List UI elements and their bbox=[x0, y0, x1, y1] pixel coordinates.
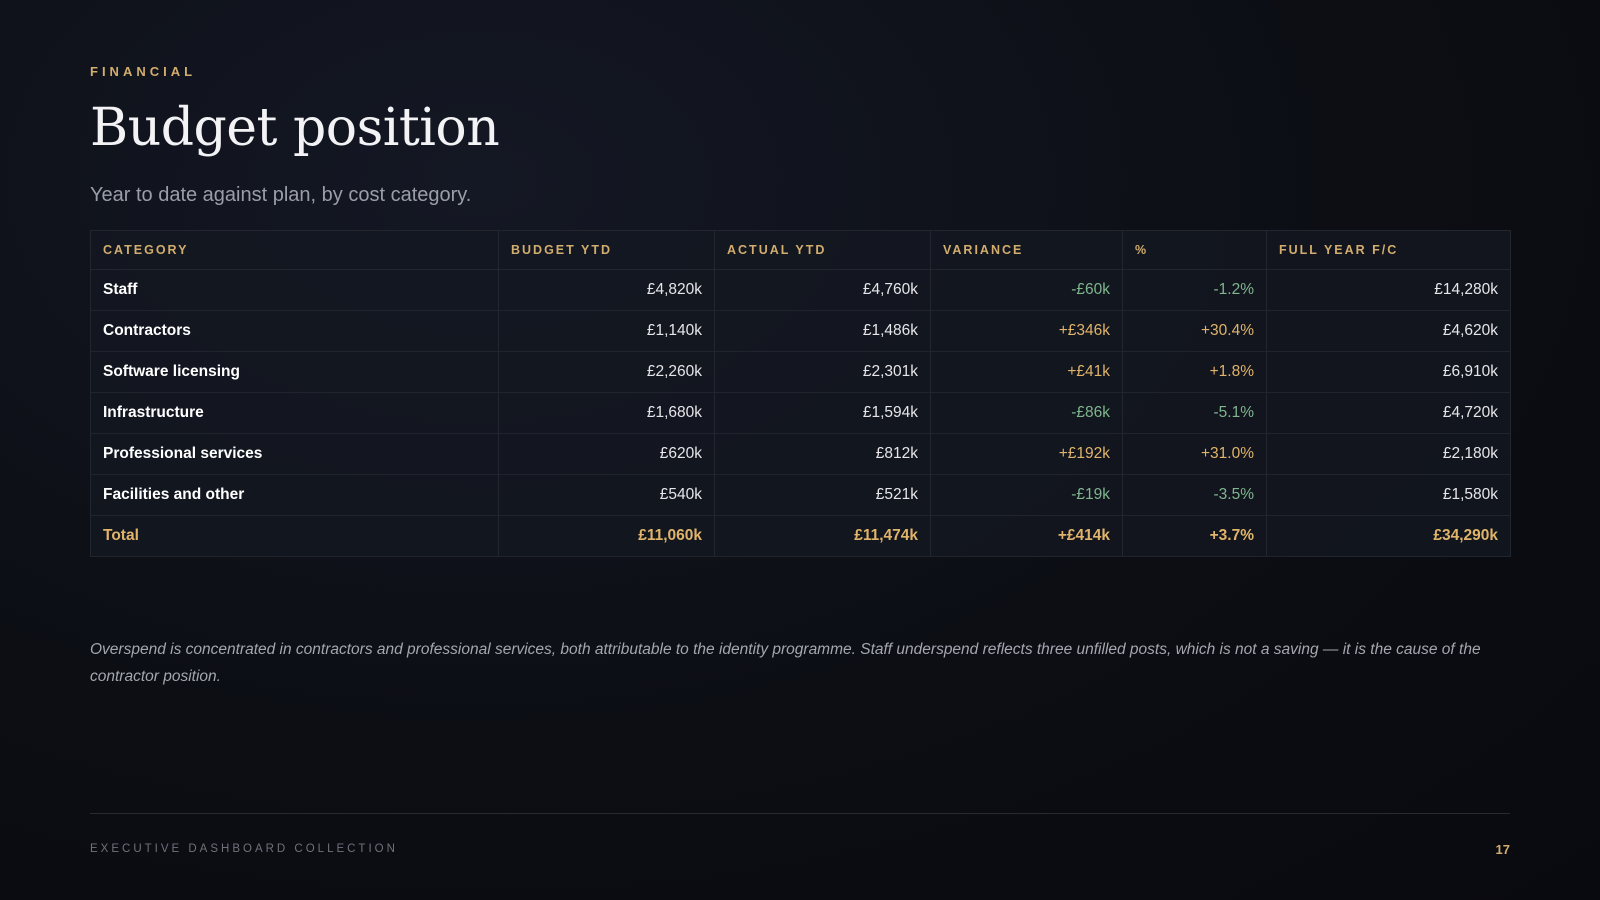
page-title: Budget position bbox=[90, 98, 500, 158]
cell-full-year-forecast: £2,180k bbox=[1266, 433, 1511, 475]
cell-percent: +31.0% bbox=[1122, 433, 1267, 475]
cell-actual-ytd: £812k bbox=[714, 433, 931, 475]
column-header-percent: % bbox=[1122, 230, 1267, 270]
table-row: Staff £4,820k £4,760k -£60k -1.2% £14,28… bbox=[90, 269, 1511, 311]
table-row: Professional services £620k £812k +£192k… bbox=[90, 433, 1511, 475]
cell-budget-ytd: £1,140k bbox=[498, 310, 715, 352]
cell-category: Infrastructure bbox=[90, 392, 499, 434]
cell-variance: +£192k bbox=[930, 433, 1123, 475]
cell-variance: +£346k bbox=[930, 310, 1123, 352]
cell-category: Contractors bbox=[90, 310, 499, 352]
cell-full-year-forecast: £4,720k bbox=[1266, 392, 1511, 434]
footer-divider bbox=[90, 813, 1510, 814]
commentary-note: Overspend is concentrated in contractors… bbox=[90, 641, 1481, 685]
budget-table-container: CATEGORY BUDGET YTD ACTUAL YTD VARIANCE … bbox=[90, 230, 1511, 557]
cell-total-budget-ytd: £11,060k bbox=[498, 515, 715, 557]
cell-variance: -£19k bbox=[930, 474, 1123, 516]
cell-total-full-year-forecast: £34,290k bbox=[1266, 515, 1511, 557]
cell-full-year-forecast: £4,620k bbox=[1266, 310, 1511, 352]
cell-actual-ytd: £1,486k bbox=[714, 310, 931, 352]
cell-variance: -£60k bbox=[930, 269, 1123, 311]
slide: FINANCIAL Budget position Year to date a… bbox=[90, 0, 1511, 900]
cell-full-year-forecast: £1,580k bbox=[1266, 474, 1511, 516]
page-subtitle: Year to date against plan, by cost categ… bbox=[90, 184, 472, 206]
table-row: Facilities and other £540k £521k -£19k -… bbox=[90, 474, 1511, 516]
cell-actual-ytd: £1,594k bbox=[714, 392, 931, 434]
table-row: Contractors £1,140k £1,486k +£346k +30.4… bbox=[90, 310, 1511, 352]
table-row: Infrastructure £1,680k £1,594k -£86k -5.… bbox=[90, 392, 1511, 434]
table-total-row: Total £11,060k £11,474k +£414k +3.7% £34… bbox=[90, 515, 1511, 557]
cell-category: Facilities and other bbox=[90, 474, 499, 516]
cell-full-year-forecast: £6,910k bbox=[1266, 351, 1511, 393]
cell-percent: +30.4% bbox=[1122, 310, 1267, 352]
column-header-actual-ytd: ACTUAL YTD bbox=[714, 230, 931, 270]
table-row: Software licensing £2,260k £2,301k +£41k… bbox=[90, 351, 1511, 393]
cell-actual-ytd: £2,301k bbox=[714, 351, 931, 393]
cell-full-year-forecast: £14,280k bbox=[1266, 269, 1511, 311]
cell-total-actual-ytd: £11,474k bbox=[714, 515, 931, 557]
cell-variance: +£41k bbox=[930, 351, 1123, 393]
cell-budget-ytd: £1,680k bbox=[498, 392, 715, 434]
column-header-full-year-forecast: FULL YEAR F/C bbox=[1266, 230, 1511, 270]
footer-collection-label: EXECUTIVE DASHBOARD COLLECTION bbox=[90, 843, 398, 855]
section-eyebrow: FINANCIAL bbox=[90, 64, 197, 79]
cell-total-label: Total bbox=[90, 515, 499, 557]
column-header-budget-ytd: BUDGET YTD bbox=[498, 230, 715, 270]
cell-percent: -1.2% bbox=[1122, 269, 1267, 311]
cell-category: Staff bbox=[90, 269, 499, 311]
cell-percent: +1.8% bbox=[1122, 351, 1267, 393]
cell-budget-ytd: £540k bbox=[498, 474, 715, 516]
cell-percent: -3.5% bbox=[1122, 474, 1267, 516]
table-header-row: CATEGORY BUDGET YTD ACTUAL YTD VARIANCE … bbox=[90, 230, 1511, 270]
cell-percent: -5.1% bbox=[1122, 392, 1267, 434]
cell-category: Software licensing bbox=[90, 351, 499, 393]
cell-variance: -£86k bbox=[930, 392, 1123, 434]
budget-table: CATEGORY BUDGET YTD ACTUAL YTD VARIANCE … bbox=[90, 230, 1511, 557]
column-header-variance: VARIANCE bbox=[930, 230, 1123, 270]
cell-total-percent: +3.7% bbox=[1122, 515, 1267, 557]
page-number: 17 bbox=[1495, 842, 1510, 857]
cell-category: Professional services bbox=[90, 433, 499, 475]
cell-actual-ytd: £521k bbox=[714, 474, 931, 516]
cell-budget-ytd: £2,260k bbox=[498, 351, 715, 393]
cell-budget-ytd: £4,820k bbox=[498, 269, 715, 311]
cell-budget-ytd: £620k bbox=[498, 433, 715, 475]
column-header-category: CATEGORY bbox=[90, 230, 499, 270]
cell-total-variance: +£414k bbox=[930, 515, 1123, 557]
cell-actual-ytd: £4,760k bbox=[714, 269, 931, 311]
